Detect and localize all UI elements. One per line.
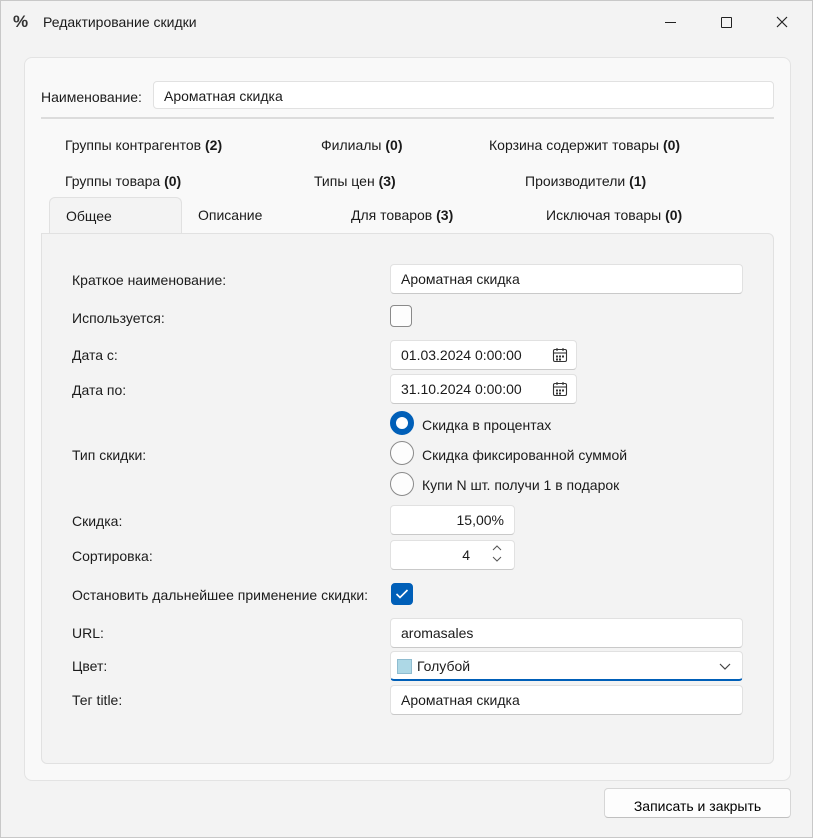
short-name-label: Краткое наименование: bbox=[72, 272, 227, 288]
name-input[interactable]: Ароматная скидка bbox=[153, 81, 774, 109]
date-to-label: Дата по: bbox=[72, 382, 127, 398]
short-name-input[interactable]: Ароматная скидка bbox=[390, 264, 743, 294]
date-to-value: 31.10.2024 0:00:00 bbox=[401, 381, 522, 397]
radio-buy-n-get-one-label[interactable]: Купи N шт. получи 1 в подарок bbox=[422, 477, 619, 493]
tab-label: Для товаров bbox=[351, 207, 433, 223]
name-label: Наименование: bbox=[41, 89, 142, 105]
tab-label: Общее bbox=[66, 208, 112, 224]
discount-input[interactable]: 15,00% bbox=[390, 505, 515, 535]
link-tab-label: Филиалы bbox=[321, 137, 382, 153]
used-checkbox[interactable] bbox=[390, 305, 412, 327]
tab-description[interactable]: Описание bbox=[198, 197, 262, 233]
date-from-value: 01.03.2024 0:00:00 bbox=[401, 347, 522, 363]
link-tab-product-groups[interactable]: Группы товара (0) bbox=[65, 173, 181, 189]
radio-percent-label[interactable]: Скидка в процентах bbox=[422, 417, 551, 433]
link-tab-count: (1) bbox=[629, 173, 647, 189]
tab-general[interactable]: Общее bbox=[49, 197, 182, 233]
url-input[interactable]: aromasales bbox=[390, 618, 743, 648]
color-value: Голубой bbox=[417, 658, 471, 674]
minimize-button[interactable] bbox=[642, 1, 698, 43]
chevron-up-icon[interactable] bbox=[492, 543, 502, 554]
calendar-icon[interactable] bbox=[552, 381, 568, 397]
sort-value: 4 bbox=[462, 547, 470, 563]
link-tab-counterparty-groups[interactable]: Группы контрагентов (2) bbox=[65, 137, 222, 153]
color-swatch bbox=[397, 659, 412, 674]
spin-buttons[interactable] bbox=[492, 543, 502, 565]
window-title: Редактирование скидки bbox=[43, 14, 197, 30]
close-icon bbox=[776, 16, 788, 28]
link-tab-count: (0) bbox=[164, 173, 182, 189]
link-tab-count: (2) bbox=[205, 137, 223, 153]
color-select[interactable]: Голубой bbox=[390, 651, 743, 681]
stop-further-label: Остановить дальнейшее применение скидки: bbox=[72, 587, 369, 603]
link-tab-branches[interactable]: Филиалы (0) bbox=[321, 137, 403, 153]
discount-type-label: Тип скидки: bbox=[72, 447, 147, 463]
used-label: Используется: bbox=[72, 310, 165, 326]
percent-icon: % bbox=[13, 12, 29, 31]
link-tab-label: Группы товара bbox=[65, 173, 161, 189]
maximize-button[interactable] bbox=[698, 1, 754, 43]
title-tag-label: Тег title: bbox=[72, 692, 123, 708]
sort-label: Сортировка: bbox=[72, 548, 153, 564]
title-bar[interactable]: % Редактирование скидки bbox=[1, 1, 812, 43]
discount-label: Скидка: bbox=[72, 513, 123, 529]
tab-count: (0) bbox=[665, 207, 683, 223]
sort-stepper[interactable]: 4 bbox=[390, 540, 515, 570]
radio-fixed-sum[interactable] bbox=[390, 441, 414, 465]
date-to-input[interactable]: 31.10.2024 0:00:00 bbox=[390, 374, 577, 404]
tab-count: (3) bbox=[436, 207, 454, 223]
date-from-input[interactable]: 01.03.2024 0:00:00 bbox=[390, 340, 577, 370]
url-label: URL: bbox=[72, 625, 104, 641]
close-button[interactable] bbox=[754, 1, 810, 43]
link-tab-label: Производители bbox=[525, 173, 626, 189]
tab-excluding-products[interactable]: Исключая товары (0) bbox=[546, 197, 682, 233]
minimize-icon bbox=[664, 21, 676, 23]
discount-edit-window: % Редактирование скидки Наименование: Ар… bbox=[0, 0, 813, 838]
separator bbox=[41, 117, 774, 119]
chevron-down-icon[interactable] bbox=[492, 554, 502, 565]
color-label: Цвет: bbox=[72, 658, 108, 674]
tab-label: Исключая товары bbox=[546, 207, 662, 223]
chevron-down-icon[interactable] bbox=[718, 659, 732, 673]
radio-percent[interactable] bbox=[390, 411, 414, 435]
date-from-label: Дата с: bbox=[72, 347, 118, 363]
link-tab-count: (0) bbox=[662, 137, 681, 153]
link-tab-label: Корзина содержит товары bbox=[489, 137, 660, 153]
link-tab-cart-contains[interactable]: Корзина содержит товары (0) bbox=[489, 137, 680, 153]
link-tab-count: (3) bbox=[378, 173, 396, 189]
calendar-icon[interactable] bbox=[552, 347, 568, 363]
link-tab-count: (0) bbox=[385, 137, 403, 153]
checkmark-icon bbox=[395, 589, 409, 599]
tab-for-products[interactable]: Для товаров (3) bbox=[351, 197, 453, 233]
tab-label: Описание bbox=[198, 207, 263, 223]
radio-fixed-sum-label[interactable]: Скидка фиксированной суммой bbox=[422, 447, 627, 463]
radio-buy-n-get-one[interactable] bbox=[390, 472, 414, 496]
maximize-icon bbox=[720, 16, 732, 28]
stop-further-checkbox[interactable] bbox=[391, 583, 413, 605]
link-tab-label: Типы цен bbox=[314, 173, 375, 189]
title-tag-input[interactable]: Ароматная скидка bbox=[390, 685, 743, 715]
save-and-close-button[interactable]: Записать и закрыть bbox=[604, 788, 791, 818]
link-tab-manufacturers[interactable]: Производители (1) bbox=[525, 173, 646, 189]
link-tab-label: Группы контрагентов bbox=[65, 137, 202, 153]
link-tab-price-types[interactable]: Типы цен (3) bbox=[314, 173, 396, 189]
